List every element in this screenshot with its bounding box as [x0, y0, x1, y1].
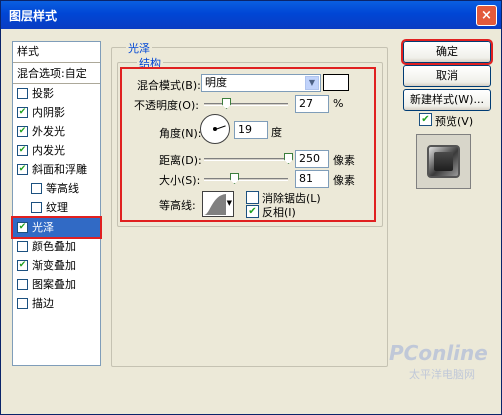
preview-label: 预览(V) [435, 115, 474, 128]
style-list: 样式 混合选项:自定 投影 ✔ 内阴影 ✔ 外发光 ✔ 内发光 ✔ 斜面和浮雕 等高线 … [11, 41, 102, 366]
sidebar-item-label: 纹理 [46, 201, 68, 214]
blend-options-label: 混合选项:自定 [17, 67, 87, 80]
style-list-header-label: 样式 [17, 45, 39, 58]
invert-checkbox[interactable]: ✔ [246, 205, 259, 218]
angle-dial[interactable] [200, 114, 230, 144]
style-list-header: 样式 [13, 42, 100, 61]
contour-curve-icon [204, 194, 226, 215]
contour-label: 等高线: [159, 199, 196, 212]
chevron-down-icon[interactable]: ▼ [305, 76, 319, 90]
sidebar-item-label: 内阴影 [32, 106, 65, 119]
distance-unit: 像素 [333, 154, 355, 167]
close-button[interactable]: × [476, 5, 497, 26]
sidebar-item-contour[interactable]: 等高线 [13, 179, 100, 198]
angle-unit: 度 [271, 126, 282, 139]
sidebar-item-pattern-overlay[interactable]: 图案叠加 [13, 275, 100, 294]
angle-center [213, 127, 217, 131]
checkbox[interactable]: ✔ [17, 260, 28, 271]
checkbox[interactable] [17, 241, 28, 252]
angle-input[interactable]: 19 [234, 121, 268, 139]
sidebar-item-satin[interactable]: ✔ 光泽 [11, 216, 102, 239]
distance-slider[interactable] [204, 153, 293, 164]
style-preview [416, 134, 471, 189]
sidebar-item-label: 投影 [32, 87, 54, 100]
sidebar-item-gradient-overlay[interactable]: ✔ 渐变叠加 [13, 256, 100, 275]
opacity-label: 不透明度(O): [134, 99, 199, 112]
divider [13, 62, 100, 63]
preview-checkbox[interactable]: ✔ [419, 113, 432, 126]
sidebar-item-label: 斜面和浮雕 [32, 163, 87, 176]
blend-mode-select[interactable]: 明度 ▼ [201, 74, 321, 92]
color-swatch[interactable] [323, 74, 349, 91]
checkbox[interactable]: ✔ [17, 145, 28, 156]
distance-input[interactable]: 250 [295, 150, 329, 168]
distance-label: 距离(D): [159, 154, 202, 167]
sidebar-item-label: 外发光 [32, 125, 65, 138]
title-bar[interactable]: 图层样式 × [1, 1, 501, 29]
contour-picker[interactable]: ▼ [202, 191, 234, 217]
opacity-slider[interactable] [204, 98, 288, 109]
satin-group-title: 光泽 [126, 40, 152, 56]
cancel-button[interactable]: 取消 [403, 65, 491, 87]
layer-style-dialog: 图层样式 × 样式 混合选项:自定 投影 ✔ 内阴影 ✔ 外发光 ✔ 内发光 ✔ 斜面和… [0, 0, 502, 415]
sidebar-item-label: 内发光 [32, 144, 65, 157]
checkbox[interactable] [17, 279, 28, 290]
sidebar-item-inner-shadow[interactable]: ✔ 内阴影 [13, 103, 100, 122]
checkbox[interactable]: ✔ [17, 164, 28, 175]
checkbox[interactable] [31, 202, 42, 213]
opacity-unit: % [333, 97, 344, 110]
chevron-down-icon[interactable]: ▼ [227, 199, 232, 207]
sidebar-item-label: 描边 [32, 297, 54, 310]
sidebar-item-color-overlay[interactable]: 颜色叠加 [13, 237, 100, 256]
sidebar-item-label: 渐变叠加 [32, 259, 76, 272]
blend-mode-value: 明度 [205, 76, 227, 89]
checkbox[interactable] [31, 183, 42, 194]
sidebar-item-stroke[interactable]: 描边 [13, 294, 100, 313]
size-input[interactable]: 81 [295, 170, 329, 188]
sidebar-item-label: 光泽 [32, 221, 54, 234]
sidebar-item-inner-glow[interactable]: ✔ 内发光 [13, 141, 100, 160]
checkbox[interactable] [17, 88, 28, 99]
angle-label: 角度(N): [159, 127, 202, 140]
window-title: 图层样式 [9, 9, 58, 23]
watermark-subtitle: 太平洋电脑网 [409, 368, 475, 381]
sidebar-item-label: 图案叠加 [32, 278, 76, 291]
checkbox[interactable]: ✔ [17, 126, 28, 137]
blend-mode-label: 混合模式(B): [137, 79, 201, 92]
watermark-brand: PConline [389, 341, 488, 365]
preview-swatch [427, 145, 460, 178]
checkbox[interactable]: ✔ [17, 222, 28, 233]
sidebar-item-drop-shadow[interactable]: 投影 [13, 84, 100, 103]
blend-options-item[interactable]: 混合选项:自定 [13, 64, 100, 83]
sidebar-item-label: 颜色叠加 [32, 240, 76, 253]
sidebar-item-texture[interactable]: 纹理 [13, 198, 100, 217]
antialias-checkbox[interactable] [246, 191, 259, 204]
checkbox[interactable] [17, 298, 28, 309]
sidebar-item-outer-glow[interactable]: ✔ 外发光 [13, 122, 100, 141]
sidebar-item-bevel-emboss[interactable]: ✔ 斜面和浮雕 [13, 160, 100, 179]
invert-label: 反相(I) [262, 206, 296, 219]
opacity-input[interactable]: 27 [295, 95, 329, 113]
preview-inner [434, 152, 453, 171]
checkbox[interactable]: ✔ [17, 107, 28, 118]
size-slider[interactable] [204, 173, 288, 184]
ok-button[interactable]: 确定 [401, 39, 493, 65]
size-unit: 像素 [333, 174, 355, 187]
sidebar-item-label: 等高线 [46, 182, 79, 195]
new-style-button[interactable]: 新建样式(W)... [403, 89, 491, 111]
size-label: 大小(S): [159, 174, 201, 187]
